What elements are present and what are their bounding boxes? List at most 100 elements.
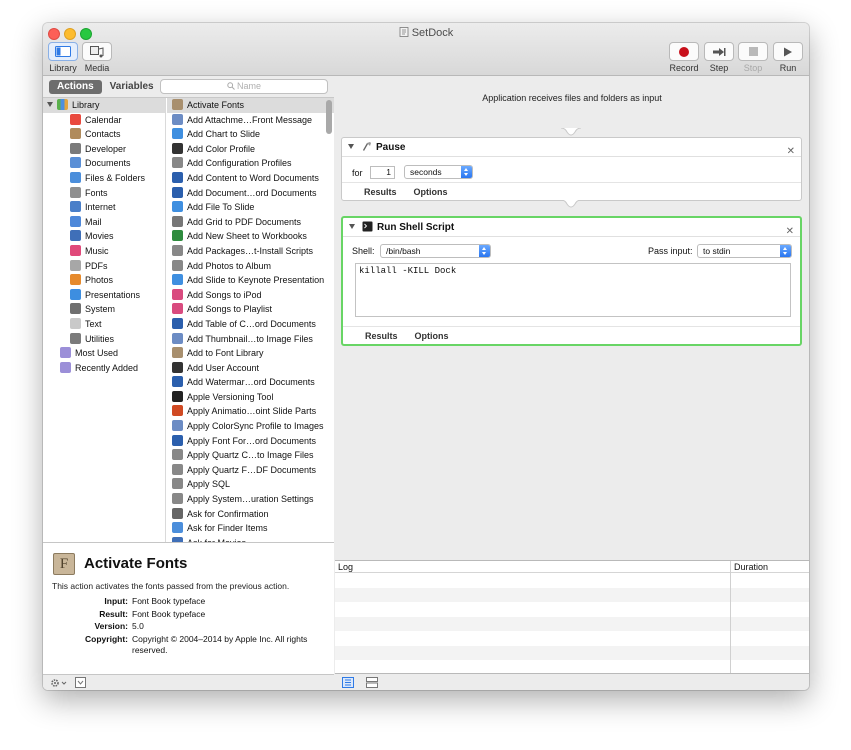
- shell-results-tab[interactable]: Results: [365, 331, 398, 341]
- action-list-item[interactable]: Activate Fonts: [167, 98, 334, 113]
- library-root-item[interactable]: Library: [43, 98, 165, 113]
- pause-results-tab[interactable]: Results: [364, 187, 397, 197]
- library-category-item[interactable]: Photos: [43, 273, 165, 288]
- run-shell-script-card[interactable]: Run Shell Script ✕ Shell: /bin/bash Pass…: [341, 216, 802, 346]
- action-list-item[interactable]: Add Table of C…ord Documents: [167, 317, 334, 332]
- action-icon: [172, 244, 183, 256]
- library-category-item[interactable]: Movies: [43, 229, 165, 244]
- category-icon: [70, 230, 81, 242]
- action-icon: [172, 434, 183, 446]
- copyright-key: Copyright:: [85, 633, 128, 644]
- action-list-item[interactable]: Add New Sheet to Workbooks: [167, 229, 334, 244]
- description-toggle-icon[interactable]: [75, 677, 86, 688]
- action-icon: [172, 493, 183, 505]
- pass-input-popup[interactable]: to stdin: [697, 244, 792, 258]
- action-list-item[interactable]: Add Content to Word Documents: [167, 171, 334, 186]
- action-list-item[interactable]: Add Songs to Playlist: [167, 302, 334, 317]
- split-view-icon[interactable]: [366, 677, 378, 688]
- library-category-item[interactable]: System: [43, 302, 165, 317]
- record-button[interactable]: Record: [669, 42, 699, 73]
- action-list-item[interactable]: Apply Animatio…oint Slide Parts: [167, 404, 334, 419]
- action-list-item[interactable]: Apply Quartz F…DF Documents: [167, 463, 334, 478]
- library-category-item[interactable]: Calendar: [43, 113, 165, 128]
- play-icon: [784, 47, 792, 56]
- library-category-item[interactable]: Fonts: [43, 186, 165, 201]
- action-list: Activate Fonts Add Attachme…Front Message…: [167, 98, 334, 542]
- log-pane: Log Duration: [335, 560, 809, 674]
- action-list-item[interactable]: Add File To Slide: [167, 200, 334, 215]
- smart-group-item[interactable]: Recently Added: [43, 361, 165, 376]
- tab-variables[interactable]: Variables: [102, 80, 162, 94]
- search-placeholder: Name: [236, 81, 261, 91]
- library-category-item[interactable]: Music: [43, 244, 165, 259]
- action-list-item[interactable]: Ask for Finder Items: [167, 521, 334, 536]
- log-column-header[interactable]: Log: [338, 561, 353, 573]
- library-category-item[interactable]: Files & Folders: [43, 171, 165, 186]
- library-category-item[interactable]: Utilities: [43, 332, 165, 347]
- pause-unit-popup[interactable]: seconds: [404, 165, 473, 179]
- pause-duration-field[interactable]: 1: [370, 166, 395, 179]
- action-list-item[interactable]: Add Grid to PDF Documents: [167, 215, 334, 230]
- pause-options-tab[interactable]: Options: [414, 187, 448, 197]
- list-view-icon[interactable]: [342, 677, 354, 688]
- action-list-scrollbar[interactable]: [326, 100, 332, 134]
- actions-variables-segmented-control: Actions Variables: [49, 80, 159, 94]
- action-list-item[interactable]: Add Photos to Album: [167, 259, 334, 274]
- action-list-item[interactable]: Add Configuration Profiles: [167, 156, 334, 171]
- pause-action-card[interactable]: Pause ✕ for 1 seconds Results Options: [341, 137, 802, 201]
- action-list-item[interactable]: Apply System…uration Settings: [167, 492, 334, 507]
- library-category-item[interactable]: PDFs: [43, 259, 165, 274]
- pause-action-header[interactable]: Pause ✕: [342, 138, 801, 157]
- run-button[interactable]: Run: [773, 42, 803, 73]
- library-category-item[interactable]: Documents: [43, 156, 165, 171]
- tab-actions[interactable]: Actions: [49, 80, 102, 94]
- collapse-triangle-icon[interactable]: [349, 224, 355, 229]
- action-list-item[interactable]: Add to Font Library: [167, 346, 334, 361]
- action-list-item[interactable]: Add Thumbnail…to Image Files: [167, 332, 334, 347]
- search-field[interactable]: Name: [160, 79, 328, 94]
- step-button[interactable]: Step: [704, 42, 734, 73]
- close-icon[interactable]: ✕: [786, 222, 794, 241]
- library-category-item[interactable]: Internet: [43, 200, 165, 215]
- stop-button[interactable]: Stop: [738, 42, 768, 73]
- action-list-item[interactable]: Add Songs to iPod: [167, 288, 334, 303]
- action-list-item[interactable]: Apple Versioning Tool: [167, 390, 334, 405]
- script-editor[interactable]: killall -KILL Dock: [355, 263, 791, 317]
- shell-options-tab[interactable]: Options: [415, 331, 449, 341]
- action-list-item[interactable]: Add Chart to Slide: [167, 127, 334, 142]
- action-list-item[interactable]: Apply SQL: [167, 477, 334, 492]
- gear-menu-icon[interactable]: [50, 678, 68, 688]
- category-icon: [70, 259, 81, 271]
- action-list-item[interactable]: Add Packages…t-Install Scripts: [167, 244, 334, 259]
- library-category-item[interactable]: Presentations: [43, 288, 165, 303]
- action-list-item[interactable]: Apply ColorSync Profile to Images: [167, 419, 334, 434]
- smart-group-item[interactable]: Most Used: [43, 346, 165, 361]
- smart-folder-icon: [60, 361, 71, 373]
- action-list-item[interactable]: Add Document…ord Documents: [167, 186, 334, 201]
- action-list-item[interactable]: Ask for Confirmation: [167, 507, 334, 522]
- action-list-item[interactable]: Add User Account: [167, 361, 334, 376]
- collapse-triangle-icon[interactable]: [348, 144, 354, 149]
- duration-column-header[interactable]: Duration: [734, 561, 768, 573]
- library-category-item[interactable]: Text: [43, 317, 165, 332]
- category-icon: [70, 201, 81, 213]
- library-category-item[interactable]: Contacts: [43, 127, 165, 142]
- category-icon: [70, 303, 81, 315]
- action-list-item[interactable]: Apply Font For…ord Documents: [167, 434, 334, 449]
- workflow-area: Application receives files and folders a…: [335, 76, 809, 560]
- action-list-item[interactable]: Add Watermar…ord Documents: [167, 375, 334, 390]
- action-list-item[interactable]: Add Color Profile: [167, 142, 334, 157]
- media-button[interactable]: Media: [82, 42, 112, 73]
- library-toggle-button[interactable]: Library: [48, 42, 78, 73]
- action-list-item[interactable]: Add Attachme…Front Message: [167, 113, 334, 128]
- library-category-item[interactable]: Mail: [43, 215, 165, 230]
- description-title: Activate Fonts: [84, 555, 188, 572]
- action-list-item[interactable]: Add Slide to Keynote Presentation: [167, 273, 334, 288]
- shell-action-header[interactable]: Run Shell Script ✕: [343, 218, 800, 237]
- copyright-value: Copyright © 2004–2014 by Apple Inc. All …: [132, 633, 308, 656]
- close-icon[interactable]: ✕: [787, 142, 795, 161]
- action-icon: [172, 405, 183, 417]
- action-list-item[interactable]: Apply Quartz C…to Image Files: [167, 448, 334, 463]
- shell-popup[interactable]: /bin/bash: [380, 244, 491, 258]
- library-category-item[interactable]: Developer: [43, 142, 165, 157]
